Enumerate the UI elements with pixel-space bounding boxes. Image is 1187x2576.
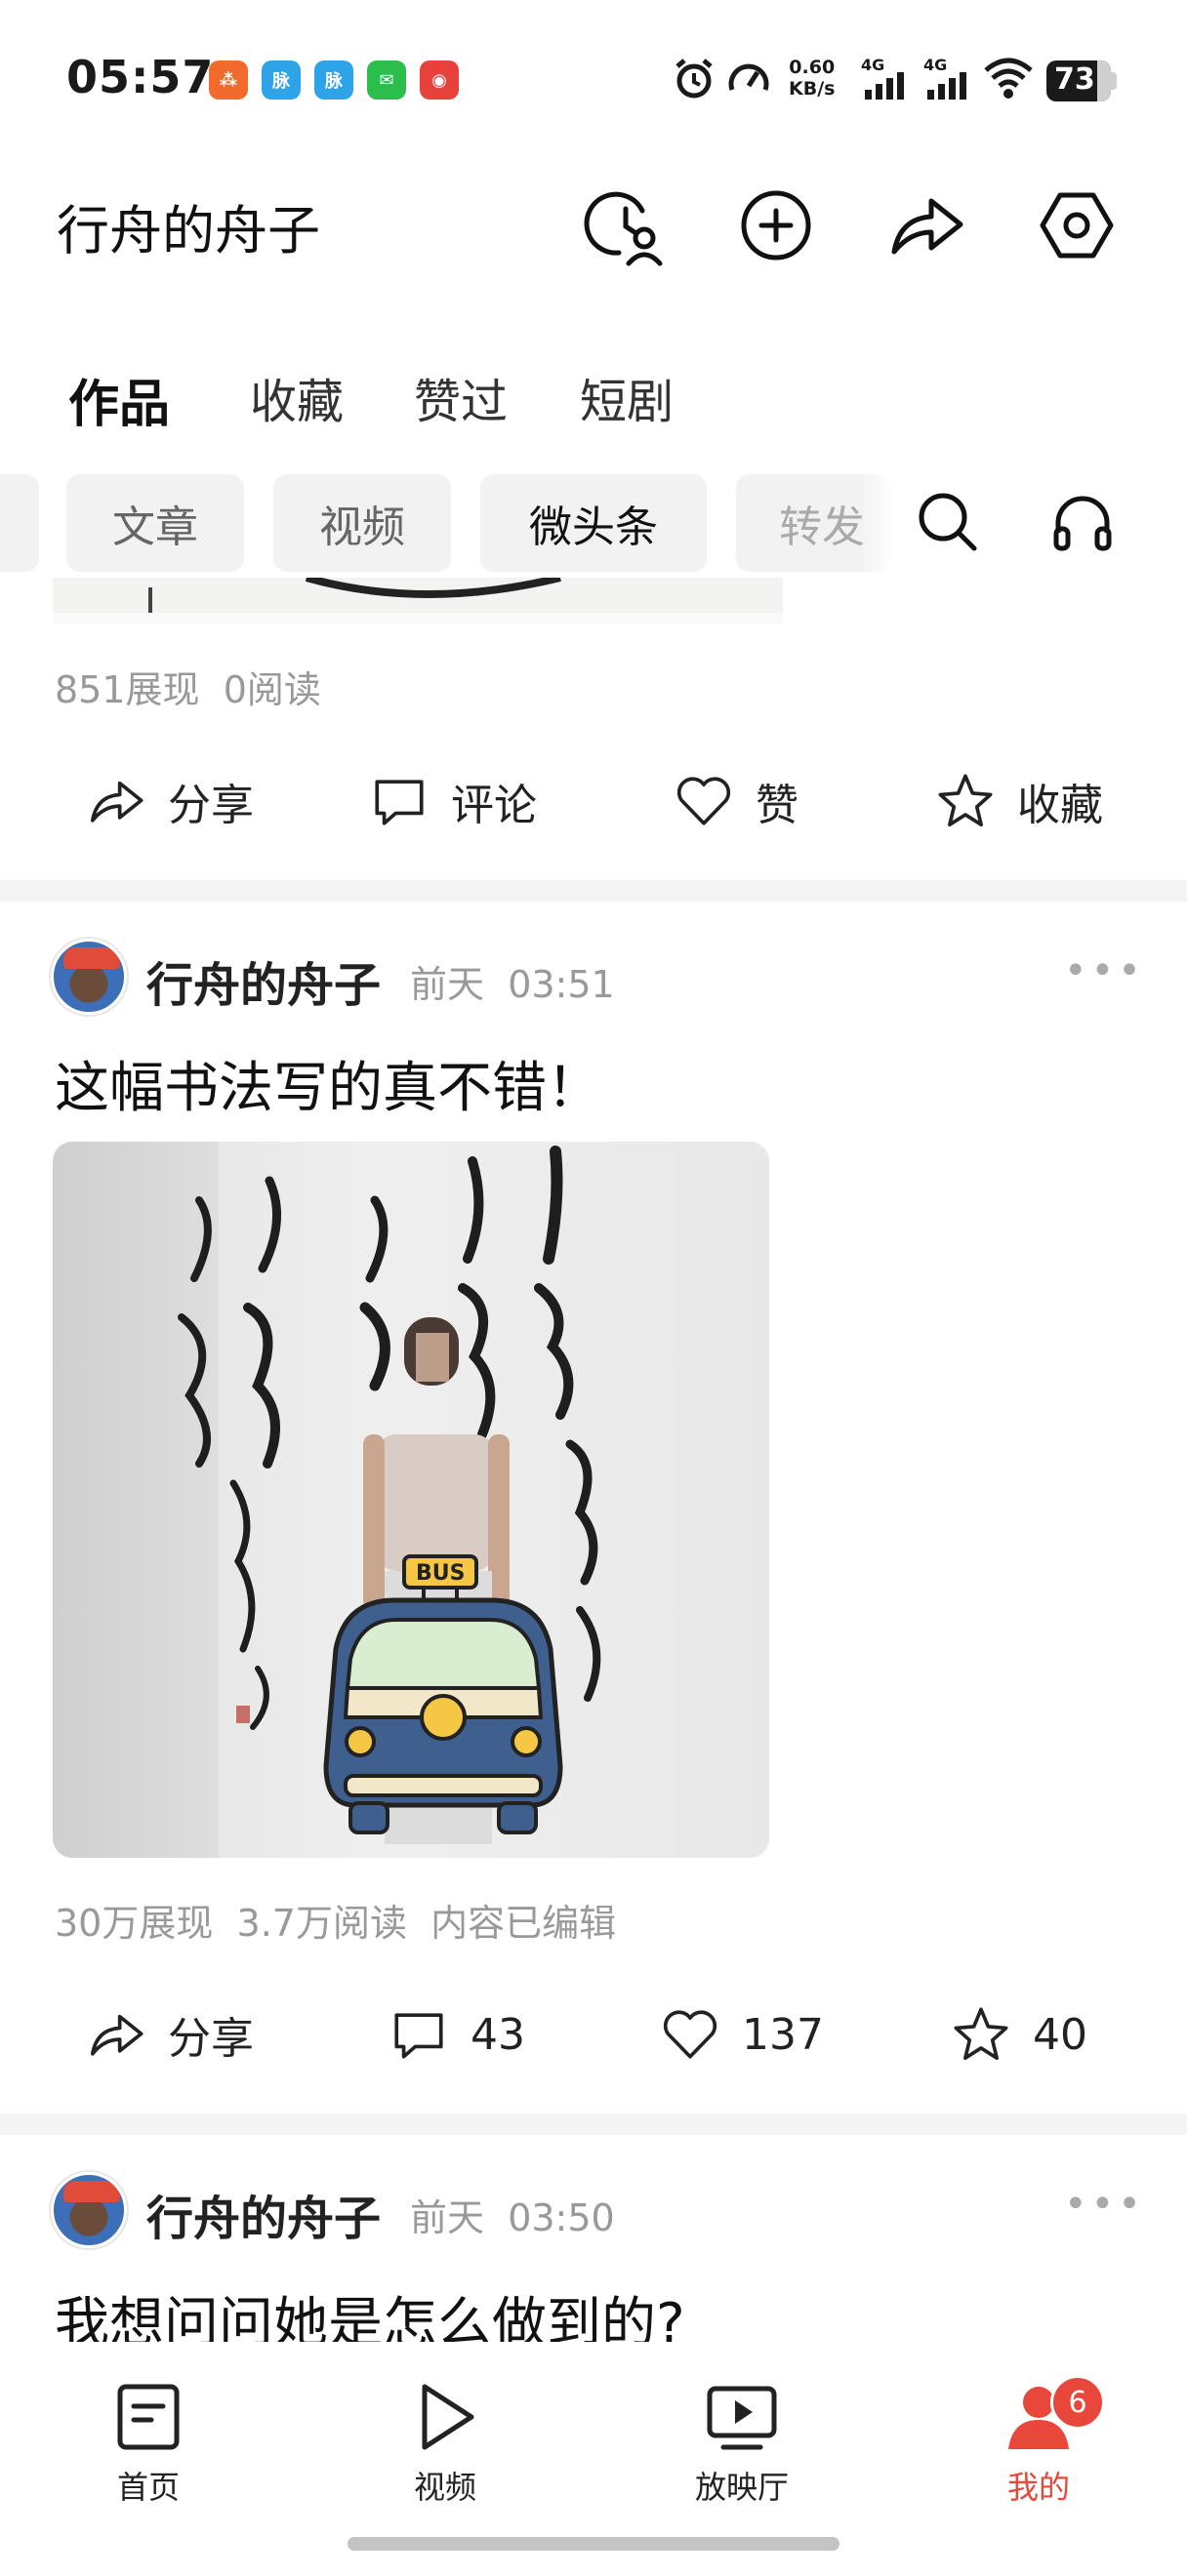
favorite-button[interactable]: 收藏 xyxy=(933,769,1103,833)
status-time: 05:57 xyxy=(66,51,215,103)
post-timestamp: 前天 03:50 xyxy=(410,2196,615,2239)
star-icon xyxy=(954,2007,1008,2061)
signal-icon: 4G xyxy=(923,57,966,100)
like-button[interactable]: 137 xyxy=(658,2002,824,2067)
status-bar: 05:57 ⁂ 脉 脉 ✉ ◉ 0.60 KB/s 4G 4G 73 xyxy=(0,0,1187,156)
tab-short-drama[interactable]: 短剧 xyxy=(580,363,674,431)
nav-video[interactable]: 视频 xyxy=(367,2381,523,2508)
post-divider xyxy=(0,2113,1187,2135)
heart-icon xyxy=(676,777,731,825)
signal-icon: 4G xyxy=(861,57,904,100)
post-image[interactable]: BUS xyxy=(53,1142,769,1858)
previous-post-stats: 851展现 0阅读 xyxy=(55,668,321,711)
svg-text:4G: 4G xyxy=(923,57,947,74)
history-profile-icon[interactable] xyxy=(582,181,670,269)
wifi-icon xyxy=(984,58,1033,99)
author-name[interactable]: 行舟的舟子 xyxy=(146,946,381,1015)
author-name[interactable]: 行舟的舟子 xyxy=(146,2180,381,2248)
search-icon[interactable] xyxy=(912,486,984,558)
headphones-icon[interactable] xyxy=(1046,486,1119,558)
chip-micro-posts[interactable]: 微头条 xyxy=(480,474,707,572)
svg-text:BUS: BUS xyxy=(416,1561,465,1586)
add-icon[interactable] xyxy=(732,181,820,269)
post-text[interactable]: 这幅书法写的真不错！ xyxy=(55,1044,601,1123)
speedometer-icon xyxy=(728,63,769,91)
more-options-button[interactable]: ••• xyxy=(1064,948,1145,993)
favorite-button[interactable]: 40 xyxy=(949,2002,1087,2067)
tab-works[interactable]: 作品 xyxy=(68,363,170,436)
nav-theater[interactable]: 放映厅 xyxy=(664,2381,820,2508)
alarm-icon xyxy=(675,59,713,99)
play-icon xyxy=(422,2384,474,2450)
nav-home[interactable]: 首页 xyxy=(70,2381,226,2508)
tab-liked[interactable]: 赞过 xyxy=(414,363,508,431)
post-timestamp: 前天 03:51 xyxy=(410,963,615,1006)
app-notification-icon: ⁂ xyxy=(209,60,248,100)
share-icon[interactable] xyxy=(882,181,970,269)
tab-favorites[interactable]: 收藏 xyxy=(250,363,344,431)
like-button[interactable]: 赞 xyxy=(672,769,798,833)
network-speed: 0.60 KB/s xyxy=(789,57,836,100)
battery-indicator: 73 xyxy=(1046,60,1119,101)
tv-icon xyxy=(707,2386,777,2450)
home-doc-icon xyxy=(117,2384,180,2450)
svg-text:4G: 4G xyxy=(861,57,884,74)
avatar[interactable] xyxy=(51,939,127,1015)
comment-icon xyxy=(394,2013,443,2059)
comment-icon xyxy=(375,780,424,825)
chip-videos[interactable]: 视频 xyxy=(273,474,451,572)
chip-all-partial[interactable] xyxy=(0,474,39,572)
settings-icon[interactable] xyxy=(1033,181,1121,269)
star-icon xyxy=(938,774,993,827)
chip-articles[interactable]: 文章 xyxy=(66,474,244,572)
previous-post-image-partial[interactable] xyxy=(53,578,783,624)
page-title: 行舟的舟子 xyxy=(57,200,320,262)
maimai-notification-icon: 脉 xyxy=(262,60,301,100)
wechat-icon: ✉ xyxy=(367,60,406,100)
share-button[interactable]: 分享 xyxy=(84,769,254,833)
post-divider xyxy=(0,880,1187,902)
comment-button[interactable]: 评论 xyxy=(367,769,537,833)
maimai-notification-icon: 脉 xyxy=(314,60,353,100)
post-stats: 30万展现 3.7万阅读 内容已编辑 xyxy=(55,1902,617,1945)
home-indicator[interactable] xyxy=(348,2537,839,2551)
more-options-button[interactable]: ••• xyxy=(1064,2182,1145,2227)
share-button[interactable]: 分享 xyxy=(84,2002,254,2067)
share-icon xyxy=(90,2014,143,2056)
heart-icon xyxy=(663,2010,717,2059)
avatar[interactable] xyxy=(51,2172,127,2248)
comment-button[interactable]: 43 xyxy=(387,2002,525,2067)
chip-fade-overlay xyxy=(859,468,894,578)
notification-badge: 6 xyxy=(1050,2375,1105,2430)
netease-music-icon: ◉ xyxy=(420,60,459,100)
share-icon xyxy=(90,781,143,823)
